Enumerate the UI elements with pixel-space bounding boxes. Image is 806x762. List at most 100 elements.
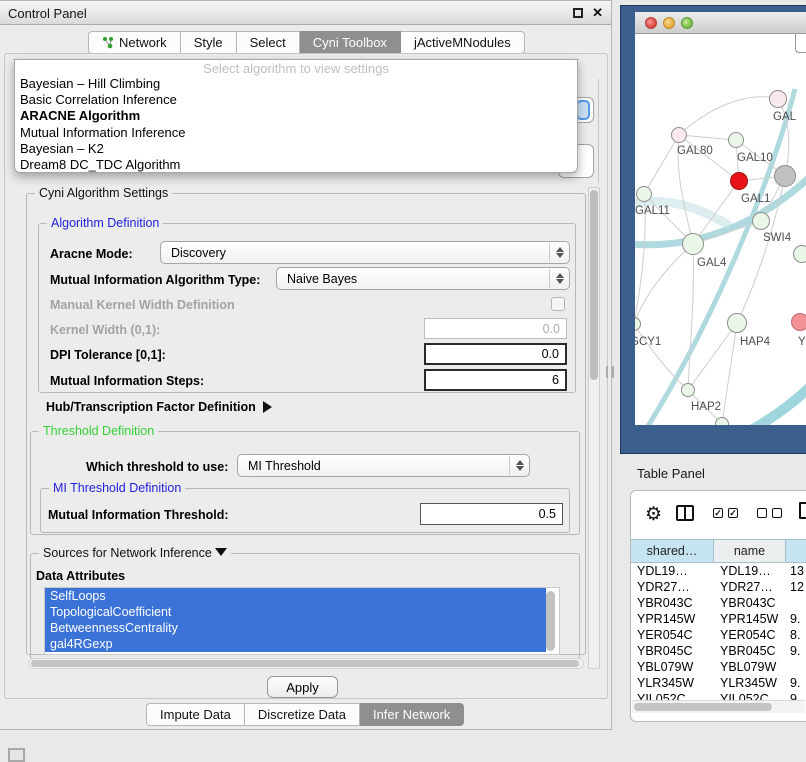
network-node-y[interactable] (791, 313, 806, 331)
network-node-gal4[interactable] (682, 233, 704, 255)
manual-kernel-checkbox[interactable] (551, 297, 565, 311)
float-window-icon[interactable] (573, 8, 583, 18)
settings-vertical-scrollbar-thumb[interactable] (590, 190, 598, 380)
network-node-gal11[interactable] (636, 186, 652, 202)
kernel-width-field[interactable]: 0.0 (424, 318, 567, 339)
apply-button[interactable]: Apply (267, 676, 338, 698)
table-cell: 12 (786, 579, 806, 595)
mac-zoom-button[interactable] (681, 17, 693, 29)
data-attributes-label: Data Attributes (36, 569, 125, 583)
network-node-hap4[interactable] (727, 313, 747, 333)
table-row[interactable]: YPR145WYPR145W9. (631, 611, 806, 627)
network-node-label: GAL10 (737, 152, 773, 164)
mac-minimize-button[interactable] (663, 17, 675, 29)
attributes-list-scrollbar[interactable] (546, 591, 555, 651)
sources-toggle[interactable]: Sources for Network Inference (39, 546, 231, 560)
table-cell: YLR345W (631, 675, 714, 691)
tab-network[interactable]: Network (88, 31, 181, 54)
algorithm-option[interactable]: Bayesian – Hill Climbing (15, 76, 577, 92)
tab-infer-network[interactable]: Infer Network (360, 703, 464, 726)
kernel-width-label: Kernel Width (0,1): (50, 323, 160, 337)
network-node[interactable] (793, 245, 806, 263)
settings-horizontal-scrollbar-thumb[interactable] (31, 660, 579, 667)
column-header[interactable]: name (714, 540, 786, 562)
mi-algorithm-type-select[interactable]: Naive Bayes (276, 267, 570, 290)
table-row[interactable]: YBL079WYBL079W (631, 659, 806, 675)
table-cell: 13 (786, 563, 806, 579)
gear-icon[interactable]: ⚙ (645, 503, 662, 526)
table-row[interactable]: YBR043CYBR043C (631, 595, 806, 611)
table-row[interactable]: YBR045CYBR045C9. (631, 643, 806, 659)
tab-discretize-data[interactable]: Discretize Data (245, 703, 360, 726)
network-node[interactable] (715, 417, 729, 425)
table-cell: 9. (786, 611, 806, 627)
tab-jactivemnodules[interactable]: jActiveMNodules (401, 31, 525, 54)
network-node[interactable] (774, 165, 796, 187)
panel-splitter-grip[interactable] (606, 366, 614, 378)
cyni-bottom-tabs: Impute DataDiscretize DataInfer Network (146, 703, 464, 726)
table-row[interactable]: YDR27…YDR27…12 (631, 579, 806, 595)
network-node-hap2[interactable] (681, 383, 695, 397)
algorithm-option[interactable]: Dream8 DC_TDC Algorithm (15, 157, 577, 173)
network-node-label: GAL (773, 111, 796, 123)
column-header[interactable]: shared… (631, 540, 714, 562)
table-row[interactable]: YLR345WYLR345W9. (631, 675, 806, 691)
table-horizontal-scrollbar-thumb[interactable] (634, 703, 772, 711)
close-icon[interactable]: ✕ (592, 5, 603, 21)
data-attributes-list[interactable]: SelfLoopsTopologicalCoefficientBetweenne… (44, 587, 560, 655)
network-node-gal[interactable] (769, 90, 787, 108)
tab-style[interactable]: Style (181, 31, 237, 54)
stepper-arrows-icon (549, 243, 568, 262)
network-node-gal10[interactable] (728, 132, 744, 148)
tab-label: Select (250, 35, 286, 50)
algorithm-option[interactable]: Bayesian – K2 (15, 141, 577, 157)
algorithm-option[interactable]: ARACNE Algorithm (15, 108, 577, 124)
tab-cyni-toolbox[interactable]: Cyni Toolbox (300, 31, 401, 54)
mi-threshold-field[interactable]: 0.5 (420, 503, 563, 525)
attribute-item[interactable]: SelfLoops (45, 588, 546, 604)
tab-label: jActiveMNodules (414, 35, 511, 50)
mi-steps-field[interactable]: 6 (424, 369, 567, 391)
mi-threshold-group-title: MI Threshold Definition (49, 481, 185, 495)
settings-group-title: Cyni Algorithm Settings (35, 186, 172, 200)
algorithm-option[interactable]: Basic Correlation Inference (15, 92, 577, 108)
tab-impute-data[interactable]: Impute Data (146, 703, 245, 726)
aracne-mode-value: Discovery (171, 246, 226, 260)
network-node-label: GCY1 (635, 336, 661, 348)
select-all-checkboxes-icon[interactable]: ✓✓ (713, 508, 739, 520)
network-node-gal80[interactable] (671, 127, 687, 143)
algorithm-option[interactable]: Mutual Information Inference (15, 125, 577, 141)
table-row[interactable]: YER054CYER054C8. (631, 627, 806, 643)
control-panel-titlebar: Control Panel ✕ (0, 1, 611, 25)
column-header[interactable] (786, 540, 806, 562)
settings-vertical-scrollbar[interactable] (588, 187, 600, 669)
table-cell: 8. (786, 627, 806, 643)
network-node-gal1[interactable] (730, 172, 748, 190)
hub-definition-toggle[interactable]: Hub/Transcription Factor Definition (46, 400, 272, 414)
table-horizontal-scrollbar[interactable] (632, 700, 805, 713)
collapsed-panel-icon[interactable] (8, 748, 25, 762)
table-row[interactable]: YDL19…YDL19…13 (631, 563, 806, 579)
network-node-label: Y (798, 336, 806, 348)
mac-close-button[interactable] (645, 17, 657, 29)
attribute-item[interactable]: gal4RGexp (45, 636, 546, 652)
document-icon[interactable] (799, 502, 806, 519)
attribute-item[interactable]: BetweennessCentrality (45, 620, 546, 636)
deselect-all-checkboxes-icon[interactable] (757, 508, 783, 520)
network-canvas[interactable]: GALGAL80GAL10GAL1GAL11SWI4GAL4GCY1HAP4YH… (635, 34, 806, 425)
columns-icon[interactable] (676, 505, 694, 521)
algorithm-popup-hint: Select algorithm to view settings (15, 61, 577, 76)
expand-right-icon (263, 401, 272, 413)
covered-combobox-stepper (576, 100, 590, 120)
stepper-arrows-icon (509, 456, 528, 475)
settings-horizontal-scrollbar[interactable] (28, 658, 584, 669)
network-node-label: GAL4 (697, 257, 726, 269)
attribute-item[interactable]: TopologicalCoefficient (45, 604, 546, 620)
aracne-mode-select[interactable]: Discovery (160, 241, 570, 264)
table-cell: YPR145W (631, 611, 714, 627)
which-threshold-select[interactable]: MI Threshold (237, 454, 530, 477)
table-cell: 9. (786, 643, 806, 659)
network-node-swi4[interactable] (752, 212, 770, 230)
dpi-tolerance-field[interactable]: 0.0 (424, 343, 567, 365)
tab-select[interactable]: Select (237, 31, 300, 54)
